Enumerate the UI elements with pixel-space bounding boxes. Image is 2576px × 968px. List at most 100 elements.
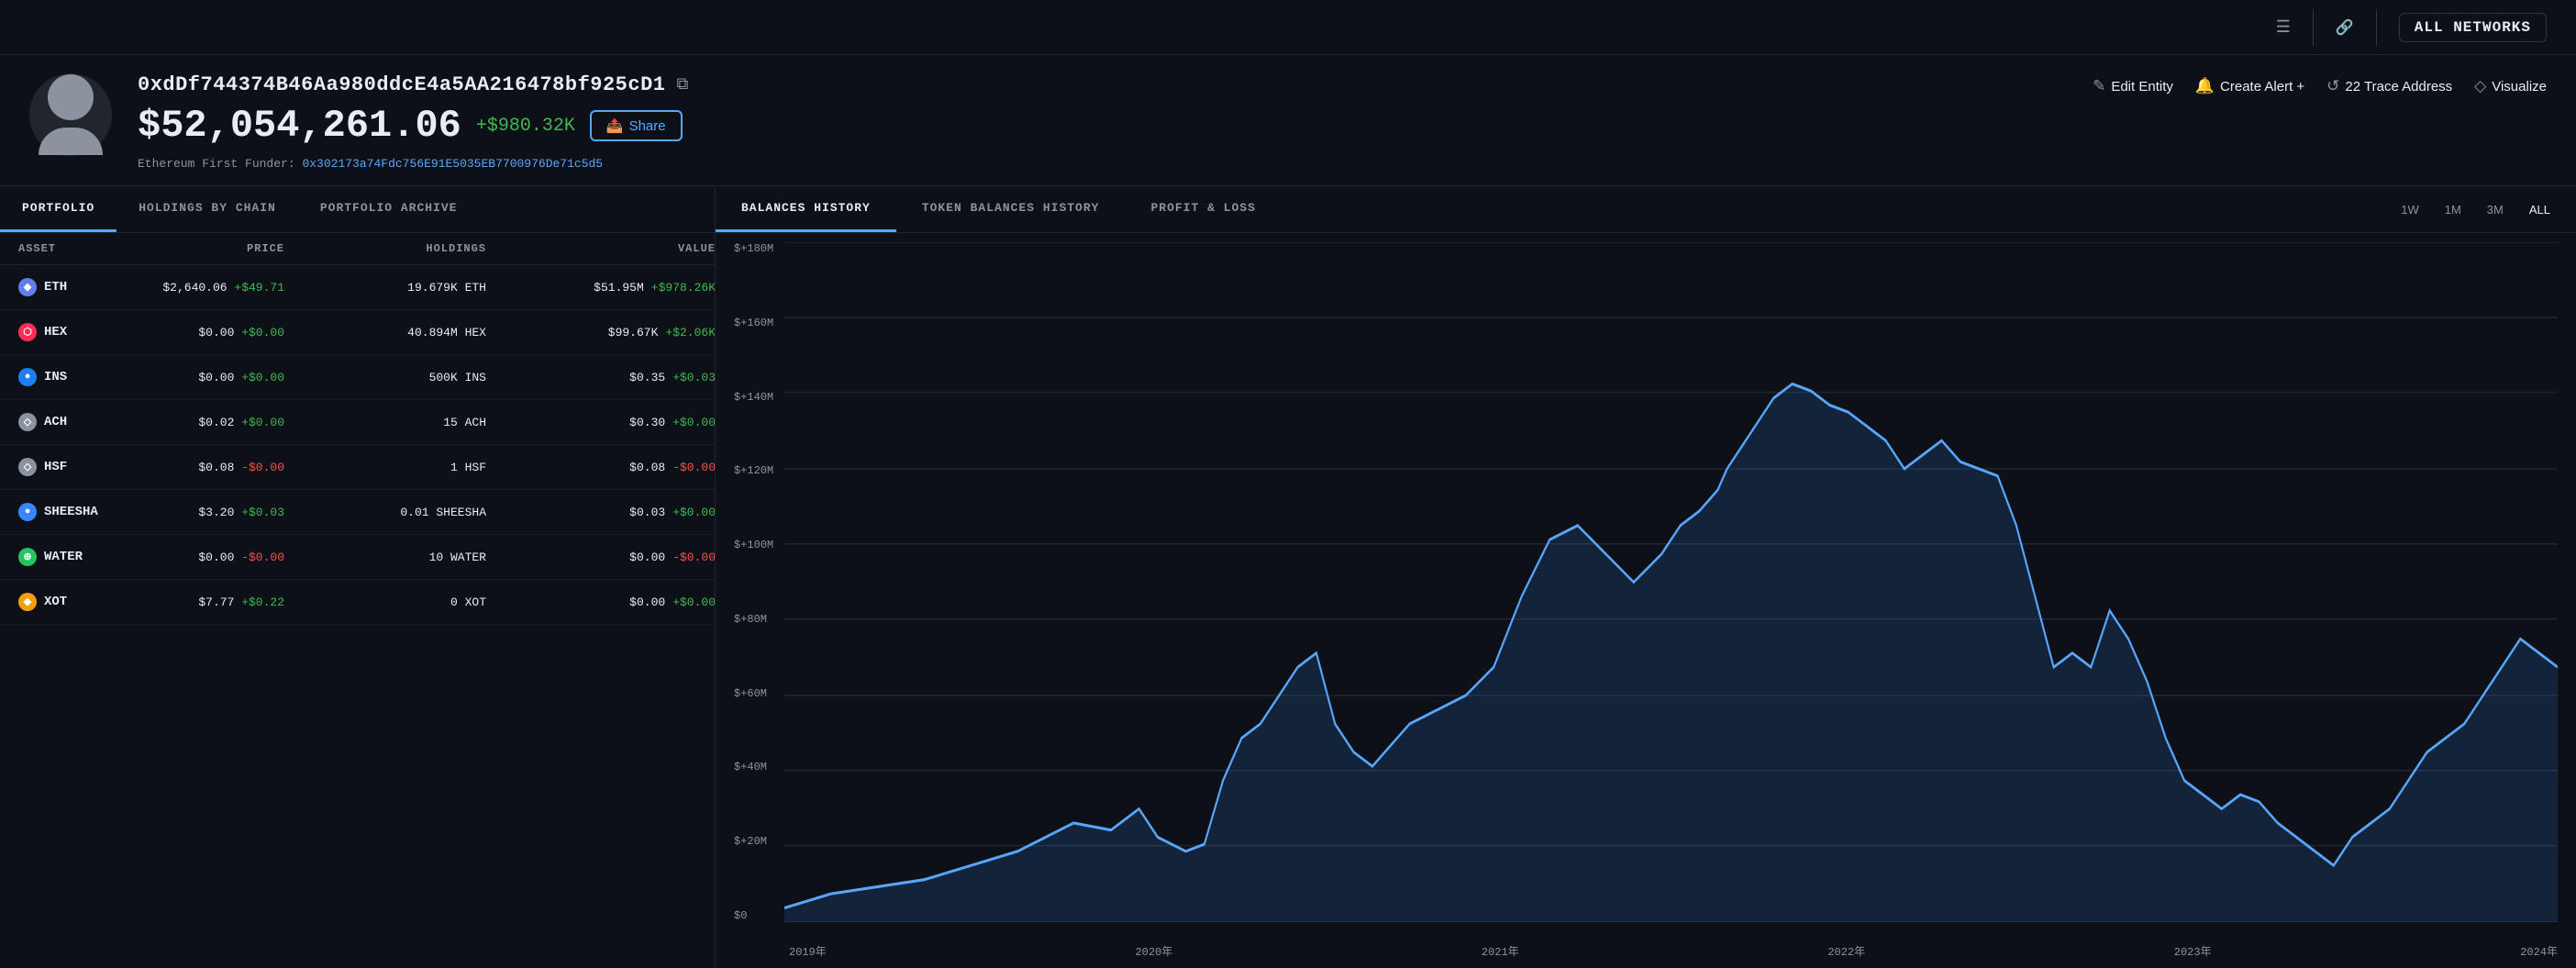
table-row[interactable]: ● INS $0.00 +$0.00 500K INS $0.35 +$0.03 xyxy=(0,355,715,400)
left-tabs-row: PORTFOLIOHOLDINGS BY CHAINPORTFOLIO ARCH… xyxy=(0,186,715,233)
tab-portfolio-archive[interactable]: PORTFOLIO ARCHIVE xyxy=(298,186,480,232)
price-cell: $0.02 +$0.00 xyxy=(128,416,294,429)
col-asset: ASSET xyxy=(18,242,128,255)
time-filter-1w[interactable]: 1W xyxy=(2393,199,2426,220)
right-tabs-row: BALANCES HISTORYTOKEN BALANCES HISTORYPR… xyxy=(716,186,2576,233)
holdings: 1 HSF xyxy=(450,461,486,474)
value: $0.00 xyxy=(629,595,665,609)
tab-portfolio[interactable]: PORTFOLIO xyxy=(0,186,117,232)
holdings-cell: 19.679K ETH xyxy=(294,281,495,295)
create-alert-button[interactable]: 🔔 Create Alert + xyxy=(2195,77,2304,95)
avatar-head xyxy=(48,74,94,120)
value-cell: $0.08 -$0.00 xyxy=(495,461,715,474)
x-label: 2021年 xyxy=(1482,943,1519,959)
funder-row: Ethereum First Funder: 0x302173a74Fdc756… xyxy=(138,157,2547,171)
header-section: 0xdDf744374B46Aa980ddcE4a5AA216478bf925c… xyxy=(0,55,2576,186)
network-badge[interactable]: ALL NETWORKS xyxy=(2399,13,2547,42)
table-row[interactable]: ◆ ETH $2,640.06 +$49.71 19.679K ETH $51.… xyxy=(0,265,715,310)
holdings-cell: 15 ACH xyxy=(294,416,495,429)
y-label: $+20M xyxy=(734,835,773,848)
right-tab-balances-history[interactable]: BALANCES HISTORY xyxy=(716,186,896,232)
value-cell: $0.35 +$0.03 xyxy=(495,371,715,384)
holdings: 19.679K ETH xyxy=(407,281,486,295)
col-holdings: HOLDINGS xyxy=(294,242,495,255)
asset-icon: ⬡ xyxy=(18,323,37,341)
table-row[interactable]: ⊕ WATER $0.00 -$0.00 10 WATER $0.00 -$0.… xyxy=(0,535,715,580)
chart-y-labels: $+180M$+160M$+140M$+120M$+100M$+80M$+60M… xyxy=(734,242,773,922)
y-label: $+80M xyxy=(734,613,773,626)
asset-name: INS xyxy=(44,370,67,384)
asset-cell: ◇ ACH xyxy=(18,413,128,431)
price-cell: $0.08 -$0.00 xyxy=(128,461,294,474)
holdings: 10 WATER xyxy=(429,551,486,564)
table-header: ASSET PRICE HOLDINGS VALUE xyxy=(0,233,715,265)
price-cell: $3.20 +$0.03 xyxy=(128,506,294,519)
top-bar: ☰ 🔗 ALL NETWORKS xyxy=(0,0,2576,55)
holdings-cell: 500K INS xyxy=(294,371,495,384)
asset-icon: ● xyxy=(18,503,37,521)
right-panel: BALANCES HISTORYTOKEN BALANCES HISTORYPR… xyxy=(716,186,2576,968)
header-actions: ✎ Edit Entity 🔔 Create Alert + ↺ 22 Trac… xyxy=(2093,77,2547,95)
holdings-cell: 10 WATER xyxy=(294,551,495,564)
x-label: 2019年 xyxy=(789,943,827,959)
asset-name: XOT xyxy=(44,595,67,609)
col-value: VALUE xyxy=(495,242,716,255)
avatar-body xyxy=(39,128,103,155)
x-label: 2024年 xyxy=(2520,943,2558,959)
price-cell: $2,640.06 +$49.71 xyxy=(128,281,294,295)
table-row[interactable]: ● SHEESHA $3.20 +$0.03 0.01 SHEESHA $0.0… xyxy=(0,490,715,535)
y-label: $+60M xyxy=(734,687,773,700)
price: $3.20 xyxy=(198,506,234,519)
filter-icon[interactable]: ☰ xyxy=(2276,17,2291,38)
price-change: +$0.03 xyxy=(241,506,284,519)
time-filter-all[interactable]: ALL xyxy=(2522,199,2558,220)
copy-icon[interactable]: ⧉ xyxy=(677,75,689,95)
x-label: 2022年 xyxy=(1827,943,1865,959)
value: $0.00 xyxy=(629,551,665,564)
tab-holdings-by-chain[interactable]: HOLDINGS BY CHAIN xyxy=(117,186,298,232)
visualize-button[interactable]: ◇ Visualize xyxy=(2474,77,2547,95)
value-change: +$0.03 xyxy=(672,371,715,384)
chart-fill xyxy=(784,384,2558,922)
time-filter-1m[interactable]: 1M xyxy=(2437,199,2469,220)
right-tab-token-balances-history[interactable]: TOKEN BALANCES HISTORY xyxy=(896,186,1126,232)
asset-name: ETH xyxy=(44,280,67,295)
table-row[interactable]: ◇ ACH $0.02 +$0.00 15 ACH $0.30 +$0.00 xyxy=(0,400,715,445)
left-panel: PORTFOLIOHOLDINGS BY CHAINPORTFOLIO ARCH… xyxy=(0,186,716,968)
value-change: +$978.26K xyxy=(651,281,715,295)
main-layout: PORTFOLIOHOLDINGS BY CHAINPORTFOLIO ARCH… xyxy=(0,186,2576,968)
network-label: ALL NETWORKS xyxy=(2415,19,2531,36)
link-icon[interactable]: 🔗 xyxy=(2336,18,2354,37)
table-row[interactable]: ◆ XOT $7.77 +$0.22 0 XOT $0.00 +$0.00 xyxy=(0,580,715,625)
holdings-cell: 40.894M HEX xyxy=(294,326,495,339)
price-change: +$0.00 xyxy=(241,416,284,429)
asset-cell: ⬡ HEX xyxy=(18,323,128,341)
edit-entity-button[interactable]: ✎ Edit Entity xyxy=(2093,77,2173,95)
funder-address[interactable]: 0x302173a74Fdc756E91E5035EB7700976De71c5… xyxy=(302,157,603,171)
visualize-icon: ◇ xyxy=(2474,77,2486,95)
asset-name: HSF xyxy=(44,460,67,474)
y-label: $+180M xyxy=(734,242,773,255)
price-cell: $0.00 +$0.00 xyxy=(128,371,294,384)
balance-row: $52,054,261.06 +$980.32K 📤 Share xyxy=(138,104,2547,148)
asset-icon: ◇ xyxy=(18,458,37,476)
price: $0.02 xyxy=(198,416,234,429)
time-filter-3m[interactable]: 3M xyxy=(2480,199,2511,220)
right-tab-profit-&-loss[interactable]: PROFIT & LOSS xyxy=(1125,186,1281,232)
x-label: 2023年 xyxy=(2174,943,2212,959)
asset-icon: ◇ xyxy=(18,413,37,431)
price-change: -$0.00 xyxy=(241,551,284,564)
y-label: $+40M xyxy=(734,761,773,773)
balance-chart xyxy=(784,242,2558,922)
price-cell: $0.00 -$0.00 xyxy=(128,551,294,564)
price: $0.00 xyxy=(198,371,234,384)
trace-address-button[interactable]: ↺ 22 Trace Address xyxy=(2326,77,2452,95)
asset-icon: ● xyxy=(18,368,37,386)
value-cell: $0.30 +$0.00 xyxy=(495,416,715,429)
table-row[interactable]: ⬡ HEX $0.00 +$0.00 40.894M HEX $99.67K +… xyxy=(0,310,715,355)
table-row[interactable]: ◇ HSF $0.08 -$0.00 1 HSF $0.08 -$0.00 xyxy=(0,445,715,490)
value: $0.03 xyxy=(629,506,665,519)
value-cell: $0.00 -$0.00 xyxy=(495,551,715,564)
share-button[interactable]: 📤 Share xyxy=(590,110,683,141)
chart-container: $+180M$+160M$+140M$+120M$+100M$+80M$+60M… xyxy=(716,233,2576,968)
